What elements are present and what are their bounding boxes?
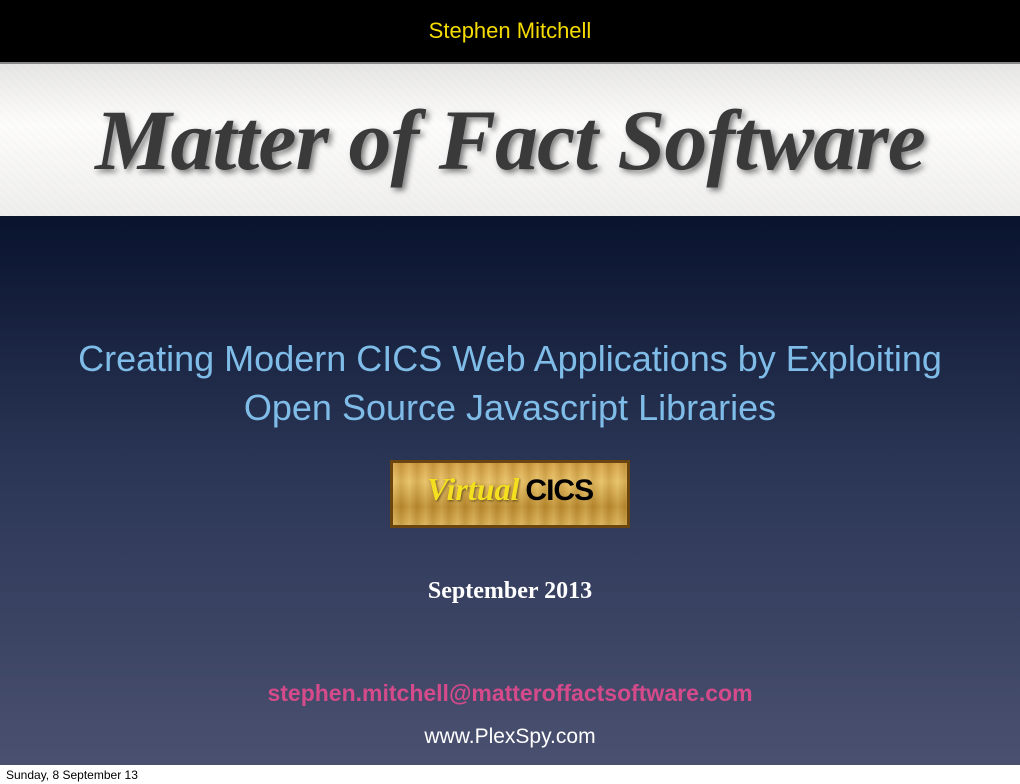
badge-virtual-label: Virtual: [427, 471, 520, 508]
badge-cics-label: CICS: [525, 474, 593, 508]
badge-text: Virtual CICS: [427, 471, 593, 508]
company-name: Matter of Fact Software: [95, 90, 925, 190]
title-block: Creating Modern CICS Web Applications by…: [0, 335, 1020, 432]
company-banner: Matter of Fact Software: [0, 62, 1020, 216]
slide-container: Stephen Mitchell Matter of Fact Software…: [0, 0, 1020, 765]
presentation-date: September 2013: [0, 578, 1020, 605]
virtual-cics-badge: Virtual CICS: [390, 460, 630, 528]
presentation-title: Creating Modern CICS Web Applications by…: [40, 335, 980, 432]
footer-print-date: Sunday, 8 September 13: [6, 768, 138, 782]
author-name: Stephen Mitchell: [429, 18, 592, 44]
website-url: www.PlexSpy.com: [0, 725, 1020, 749]
contact-email: stephen.mitchell@matteroffactsoftware.co…: [0, 680, 1020, 707]
badge-container: Virtual CICS: [390, 460, 630, 528]
header-bar: Stephen Mitchell: [0, 0, 1020, 62]
